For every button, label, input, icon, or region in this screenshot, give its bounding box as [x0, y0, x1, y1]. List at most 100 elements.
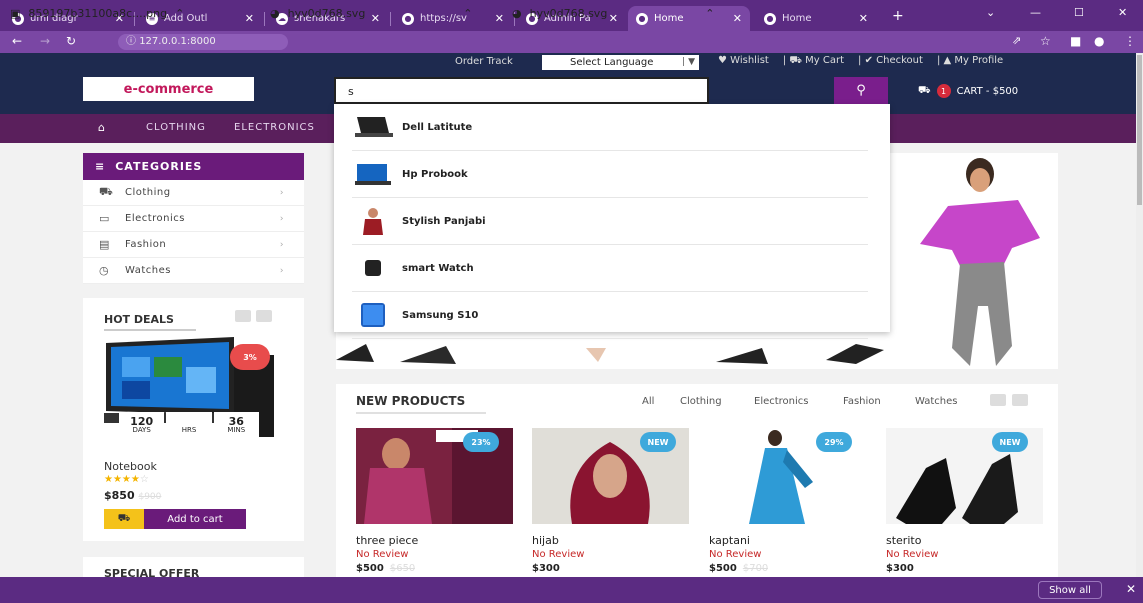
- suggestion-item[interactable]: Samsung S10: [352, 292, 868, 339]
- edge-icon: ◕: [270, 6, 280, 20]
- categories-title: CATEGORIES: [115, 160, 203, 173]
- download-item[interactable]: ◕ hyv0d768.svg ⌃: [502, 0, 732, 26]
- filter-clothing[interactable]: Clothing: [680, 396, 722, 407]
- product-review: No Review: [532, 549, 585, 560]
- product-old-price: $650: [389, 563, 416, 574]
- suggestion-label: Samsung S10: [402, 309, 479, 321]
- my-cart-label: My Cart: [805, 55, 845, 66]
- product-name[interactable]: hijab: [532, 534, 559, 547]
- share-icon[interactable]: ⇗: [1012, 34, 1021, 47]
- back-icon[interactable]: ←: [12, 34, 22, 48]
- site-logo[interactable]: e-commerce: [83, 77, 254, 101]
- maximize-icon[interactable]: ☐: [1074, 6, 1084, 19]
- product-name[interactable]: sterito: [886, 534, 921, 547]
- language-select[interactable]: Select Language | ▼: [542, 55, 699, 70]
- cart-icon[interactable]: ⛟: [104, 509, 144, 529]
- url-field[interactable]: ⓘ 127.0.0.1:8000: [118, 34, 288, 50]
- product-badge: NEW: [640, 432, 676, 452]
- sidebar-icon[interactable]: ■: [1070, 34, 1081, 48]
- hot-deals-title: HOT DEALS: [104, 313, 174, 326]
- chevron-right-icon: ›: [279, 239, 284, 250]
- categories-header: ≡ CATEGORIES: [83, 153, 304, 180]
- prev-arrow-button[interactable]: [235, 310, 251, 322]
- more-icon[interactable]: ⋮: [1124, 34, 1136, 48]
- menu-electronics[interactable]: ELECTRONICS: [234, 122, 334, 133]
- home-icon[interactable]: ⌂: [98, 121, 105, 134]
- clock-icon: ◷: [99, 264, 110, 277]
- order-track-link[interactable]: Order Track: [455, 56, 513, 67]
- hot-deal-price: $850 $900: [104, 489, 162, 502]
- chevron-down-icon: | ▼: [682, 57, 695, 67]
- suggestion-item[interactable]: Hp Probook: [352, 151, 868, 198]
- prev-arrow-button[interactable]: [990, 394, 1006, 406]
- chevron-up-icon[interactable]: ⌃: [705, 7, 714, 20]
- language-select-value: Select Language: [570, 57, 654, 68]
- model-image: [920, 158, 1040, 366]
- show-all-button[interactable]: Show all: [1038, 581, 1102, 599]
- product-price: $300: [886, 563, 914, 574]
- download-item[interactable]: ▣ 859197b31100a8c....png ⌃: [0, 0, 250, 26]
- suggestion-label: Hp Probook: [402, 168, 468, 180]
- page-scrollbar[interactable]: [1136, 53, 1143, 577]
- suggestion-item[interactable]: smart Watch: [352, 245, 868, 292]
- category-item-watches[interactable]: ◷ Watches ›: [83, 258, 304, 284]
- new-tab-icon[interactable]: +: [892, 8, 904, 24]
- download-item[interactable]: ◕ hyv0d768.svg ⌃: [260, 0, 490, 26]
- product-name[interactable]: kaptani: [709, 534, 750, 547]
- menu-clothing[interactable]: CLOTHING: [146, 122, 206, 133]
- globe-icon: ●: [764, 12, 776, 25]
- next-arrow-button[interactable]: [1012, 394, 1028, 406]
- scrollbar-thumb[interactable]: [1137, 55, 1142, 205]
- wishlist-link[interactable]: ♥ Wishlist: [718, 55, 769, 68]
- search-input-value: s: [348, 85, 354, 98]
- filter-fashion[interactable]: Fashion: [843, 396, 881, 407]
- countdown-timer: 120 DAYS HRS 36 MINS: [119, 412, 259, 440]
- close-icon[interactable]: ✕: [853, 12, 868, 25]
- checkout-link[interactable]: | ✔ Checkout: [858, 55, 923, 68]
- filter-watches[interactable]: Watches: [915, 396, 958, 407]
- edge-icon: ◕: [512, 6, 522, 20]
- close-icon[interactable]: ✕: [1126, 582, 1136, 596]
- filter-electronics[interactable]: Electronics: [754, 396, 809, 407]
- star-icon[interactable]: ☆: [1040, 34, 1051, 48]
- forward-icon[interactable]: →: [40, 34, 50, 48]
- category-item-clothing[interactable]: ⛟ Clothing ›: [83, 180, 304, 206]
- cart-count-badge: 1: [936, 84, 951, 98]
- chevron-down-icon[interactable]: ⌄: [986, 6, 995, 19]
- reload-icon[interactable]: ↻: [66, 34, 76, 48]
- header-cart[interactable]: ⛟ 1 CART - $500: [918, 84, 1018, 98]
- download-filename: 859197b31100a8c....png: [28, 6, 168, 20]
- timer-minutes: 36 MINS: [213, 412, 259, 440]
- my-profile-label: My Profile: [954, 55, 1004, 66]
- filter-all[interactable]: All: [642, 396, 654, 407]
- minimize-icon[interactable]: —: [1030, 6, 1041, 19]
- info-icon: ⓘ: [126, 36, 140, 47]
- suggestion-label: Dell Latitute: [402, 121, 473, 133]
- hot-deal-product-name[interactable]: Notebook: [104, 460, 157, 473]
- next-arrow-button[interactable]: [256, 310, 272, 322]
- product-name[interactable]: three piece: [356, 534, 418, 547]
- check-icon: | ✔: [858, 55, 877, 66]
- suggestion-item[interactable]: Dell Latitute: [352, 104, 868, 151]
- search-button[interactable]: ⚲: [834, 77, 888, 104]
- category-item-fashion[interactable]: ▤ Fashion ›: [83, 232, 304, 258]
- add-to-cart-button[interactable]: Add to cart: [144, 509, 246, 529]
- search-input[interactable]: s: [334, 77, 709, 104]
- my-cart-link[interactable]: | ⛟ My Cart: [783, 55, 844, 68]
- close-window-icon[interactable]: ✕: [1118, 6, 1127, 19]
- profile-icon[interactable]: ●: [1094, 34, 1104, 48]
- chevron-up-icon[interactable]: ⌃: [463, 7, 472, 20]
- suggestion-item[interactable]: Stylish Panjabi: [352, 198, 868, 245]
- product-badge: 23%: [463, 432, 499, 452]
- category-label: Watches: [125, 265, 171, 276]
- category-item-electronics[interactable]: ▭ Electronics ›: [83, 206, 304, 232]
- chevron-up-icon[interactable]: ⌃: [175, 7, 184, 20]
- suggestion-label: Stylish Panjabi: [402, 215, 486, 227]
- monitor-icon: ▭: [99, 212, 110, 225]
- product-badge: NEW: [992, 432, 1028, 452]
- cart-icon: ⛟: [918, 84, 931, 96]
- special-offer-title: SPECIAL OFFER: [104, 567, 200, 577]
- browser-tab-7[interactable]: ● Home ✕: [756, 6, 876, 31]
- my-profile-link[interactable]: | ▲ My Profile: [937, 55, 1003, 68]
- cart-icon: ⛟: [99, 185, 114, 198]
